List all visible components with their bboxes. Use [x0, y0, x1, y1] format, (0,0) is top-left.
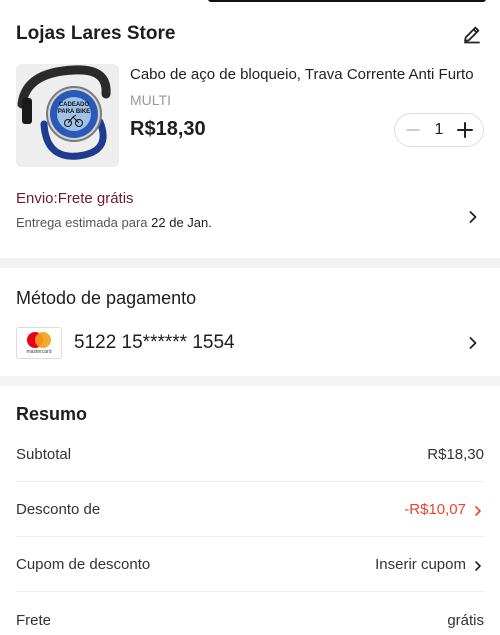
chevron-right-icon[interactable]	[468, 210, 478, 224]
product-item: CADEADO PARA BIKE Cabo de aço de bloquei…	[16, 64, 484, 168]
summary-title: Resumo	[16, 404, 88, 424]
card-number: 5122 15****** 1554	[74, 332, 235, 353]
discount-value: -R$10,07	[404, 501, 466, 518]
quantity-stepper: 1	[394, 113, 484, 147]
coupon-value[interactable]: Inserir cupom	[375, 556, 466, 573]
summary-row-shipping: Frete grátis	[16, 593, 484, 635]
summary-value: grátis	[447, 611, 484, 629]
edit-icon[interactable]	[460, 22, 484, 46]
card-brand-label: mastercard	[26, 348, 52, 355]
summary-row-coupon[interactable]: Cupom de desconto Inserir cupom	[16, 538, 484, 592]
product-title[interactable]: Cabo de aço de bloqueio, Trava Corrente …	[130, 66, 486, 83]
mastercard-icon: mastercard	[16, 327, 62, 359]
delivery-estimate-date: 22 de Jan.	[151, 215, 212, 230]
summary-label: Frete	[16, 611, 52, 629]
product-image[interactable]: CADEADO PARA BIKE	[16, 64, 119, 167]
summary-label: Cupom de desconto	[16, 556, 151, 573]
summary-row-discount[interactable]: Desconto de -R$10,07	[16, 483, 484, 537]
shipping-row[interactable]: Envio:Frete grátis Entrega estimada para…	[16, 190, 484, 246]
product-image-label-1: CADEADO	[59, 102, 90, 108]
summary-label: Desconto de	[16, 501, 101, 518]
section-divider	[0, 376, 500, 386]
shipping-label: Envio:Frete grátis	[16, 190, 134, 207]
delivery-estimate: Entrega estimada para 22 de Jan.	[16, 215, 484, 230]
chevron-right-icon[interactable]	[474, 559, 482, 571]
section-divider	[0, 258, 500, 268]
chevron-right-icon[interactable]	[474, 504, 482, 516]
payment-title: Método de pagamento	[16, 288, 197, 308]
store-name: Lojas Lares Store	[16, 23, 176, 44]
summary-row-subtotal: Subtotal R$18,30	[16, 428, 484, 482]
plus-icon[interactable]	[457, 122, 473, 138]
chevron-right-icon[interactable]	[468, 336, 478, 355]
summary-value: R$18,30	[427, 446, 484, 463]
quantity-value[interactable]: 1	[435, 121, 444, 139]
product-price: R$18,30	[130, 118, 206, 140]
product-variant: MULTI	[130, 92, 171, 108]
minus-icon[interactable]	[405, 122, 421, 138]
payment-method-row[interactable]: mastercard 5122 15****** 1554	[16, 326, 484, 360]
product-image-label-2: PARA BIKE	[58, 109, 90, 115]
top-handle	[208, 0, 486, 2]
delivery-estimate-prefix: Entrega estimada para	[16, 215, 152, 230]
summary-label: Subtotal	[16, 446, 72, 463]
store-header: Lojas Lares Store	[16, 18, 484, 50]
